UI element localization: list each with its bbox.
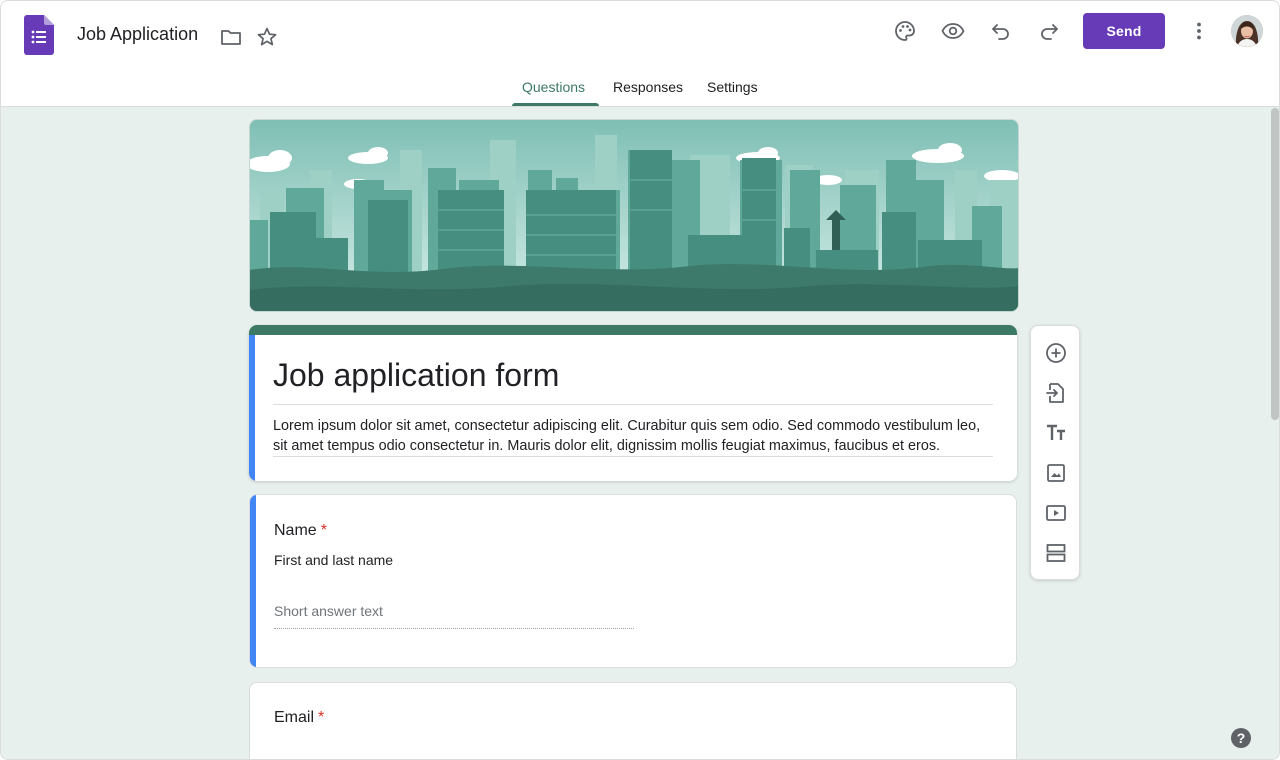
preview-eye-icon[interactable]	[941, 19, 965, 43]
title-divider	[273, 404, 993, 405]
document-title[interactable]: Job Application	[77, 24, 198, 45]
active-tab-indicator	[512, 103, 599, 106]
add-question-icon[interactable]	[1044, 341, 1068, 365]
redo-icon[interactable]	[1037, 19, 1061, 43]
tab-questions[interactable]: Questions	[522, 79, 585, 95]
form-title[interactable]: Job application form	[273, 357, 559, 394]
active-card-indicator	[250, 495, 256, 667]
add-image-icon[interactable]	[1044, 461, 1068, 485]
question-card-name[interactable]: Name * First and last name Short answer t…	[249, 494, 1017, 668]
question-card-email[interactable]: Email *	[249, 682, 1017, 759]
star-icon[interactable]	[255, 25, 279, 49]
tab-responses[interactable]: Responses	[613, 79, 683, 95]
theme-color-strip	[249, 325, 1017, 335]
floating-toolbar	[1030, 325, 1080, 580]
send-button[interactable]: Send	[1083, 13, 1165, 49]
question-title-text: Email	[274, 709, 315, 726]
tab-settings[interactable]: Settings	[707, 79, 758, 95]
question-title[interactable]: Email *	[274, 709, 324, 727]
description-divider	[273, 456, 993, 457]
short-answer-field: Short answer text	[274, 603, 634, 629]
app-window: Job Application Send Questions Responses…	[0, 0, 1280, 760]
question-title[interactable]: Name *	[274, 522, 327, 540]
question-title-text: Name	[274, 522, 317, 539]
undo-icon[interactable]	[989, 19, 1013, 43]
help-icon[interactable]: ?	[1231, 728, 1251, 748]
required-asterisk: *	[320, 522, 327, 539]
scrollbar-thumb[interactable]	[1271, 108, 1279, 420]
avatar[interactable]	[1231, 15, 1263, 47]
active-card-indicator	[249, 335, 255, 481]
form-description[interactable]: Lorem ipsum dolor sit amet, consectetur …	[273, 416, 995, 456]
top-bar: Job Application Send Questions Responses…	[1, 1, 1279, 107]
forms-logo-icon[interactable]	[24, 15, 54, 55]
tab-bar: Questions Responses Settings	[1, 71, 1279, 107]
page-scrollbar[interactable]	[1269, 108, 1279, 759]
form-title-card[interactable]: Job application form Lorem ipsum dolor s…	[249, 325, 1017, 481]
add-section-icon[interactable]	[1044, 541, 1068, 565]
header-image	[249, 119, 1019, 312]
required-asterisk: *	[318, 709, 325, 726]
palette-icon[interactable]	[893, 19, 917, 43]
more-vert-icon[interactable]	[1187, 19, 1211, 43]
import-questions-icon[interactable]	[1044, 381, 1068, 405]
question-description[interactable]: First and last name	[274, 552, 393, 568]
folder-icon[interactable]	[219, 25, 243, 49]
add-video-icon[interactable]	[1044, 501, 1068, 525]
add-title-icon[interactable]	[1044, 421, 1068, 445]
